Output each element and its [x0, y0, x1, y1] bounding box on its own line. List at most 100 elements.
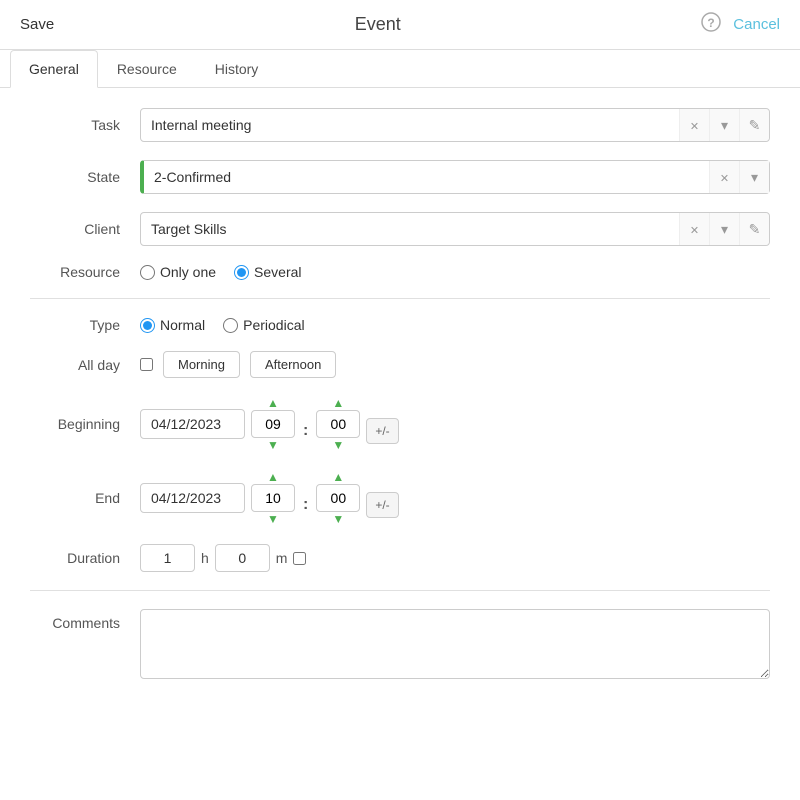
beginning-time-section: ▲ ▼ : ▲ ▼ +/-	[140, 396, 770, 452]
client-field	[140, 212, 770, 246]
chevron-down-icon	[721, 117, 728, 134]
end-minutes-spinner: ▲ ▼	[316, 470, 360, 526]
state-field	[140, 160, 770, 194]
type-normal-label: Normal	[160, 317, 205, 333]
type-label: Type	[30, 317, 140, 333]
beginning-hours-up[interactable]: ▲	[263, 396, 283, 410]
end-minutes-down[interactable]: ▼	[328, 512, 348, 526]
state-input[interactable]	[144, 163, 709, 191]
x-icon	[690, 222, 699, 237]
resource-only-one[interactable]: Only one	[140, 264, 216, 280]
beginning-label: Beginning	[30, 416, 140, 432]
resource-only-one-label: Only one	[160, 264, 216, 280]
allday-label: All day	[30, 357, 140, 373]
tab-history[interactable]: History	[196, 50, 278, 88]
page-title: Event	[355, 14, 401, 35]
header: Save Event ? Cancel	[0, 0, 800, 50]
type-periodical-label: Periodical	[243, 317, 304, 333]
chevron-down-icon	[721, 221, 728, 238]
edit-icon	[749, 117, 761, 134]
duration-label: Duration	[30, 550, 140, 566]
client-input-group	[140, 212, 770, 246]
resource-radio-group: Only one Several	[140, 264, 770, 280]
help-icon[interactable]: ?	[701, 12, 721, 37]
form-content: Task State Client	[0, 88, 800, 788]
x-icon	[720, 170, 729, 185]
resource-row: Resource Only one Several	[30, 264, 770, 280]
task-clear-icon[interactable]	[679, 109, 709, 141]
end-time-section: ▲ ▼ : ▲ ▼ +/-	[140, 470, 770, 526]
end-hours-input[interactable]	[251, 484, 295, 512]
state-dropdown-icon[interactable]	[739, 161, 769, 193]
resource-several-radio[interactable]	[234, 265, 249, 280]
beginning-minutes-down[interactable]: ▼	[328, 438, 348, 452]
cancel-button[interactable]: Cancel	[733, 16, 780, 33]
task-label: Task	[30, 117, 140, 133]
chevron-down-icon	[751, 169, 758, 186]
tab-resource[interactable]: Resource	[98, 50, 196, 88]
resource-label: Resource	[30, 264, 140, 280]
duration-hours-input[interactable]	[140, 544, 195, 572]
duration-hours-unit: h	[201, 550, 209, 566]
beginning-field: ▲ ▼ : ▲ ▼ +/-	[140, 396, 770, 452]
beginning-hours-spinner: ▲ ▼	[251, 396, 295, 452]
type-normal[interactable]: Normal	[140, 317, 205, 333]
duration-checkbox[interactable]	[293, 552, 306, 565]
duration-minutes-unit: m	[276, 550, 288, 566]
allday-field: Morning Afternoon	[140, 351, 770, 378]
task-input[interactable]	[141, 111, 679, 139]
end-date-input[interactable]	[140, 483, 245, 513]
comments-textarea[interactable]	[140, 609, 770, 679]
client-dropdown-icon[interactable]	[709, 213, 739, 245]
end-hours-spinner: ▲ ▼	[251, 470, 295, 526]
task-edit-icon[interactable]	[739, 109, 769, 141]
allday-controls: Morning Afternoon	[140, 351, 770, 378]
beginning-hours-input[interactable]	[251, 410, 295, 438]
beginning-date-input[interactable]	[140, 409, 245, 439]
comments-field	[140, 609, 770, 682]
task-row: Task	[30, 108, 770, 142]
task-input-group	[140, 108, 770, 142]
resource-field: Only one Several	[140, 264, 770, 280]
comments-row: Comments	[30, 609, 770, 682]
client-input[interactable]	[141, 215, 679, 243]
comments-label: Comments	[30, 609, 140, 631]
resource-only-one-radio[interactable]	[140, 265, 155, 280]
beginning-plusminus-button[interactable]: +/-	[366, 418, 398, 444]
type-periodical-radio[interactable]	[223, 318, 238, 333]
morning-button[interactable]: Morning	[163, 351, 240, 378]
edit-icon	[749, 221, 761, 238]
duration-minutes-input[interactable]	[215, 544, 270, 572]
save-button[interactable]: Save	[20, 16, 54, 33]
duration-row: Duration h m	[30, 544, 770, 572]
task-dropdown-icon[interactable]	[709, 109, 739, 141]
state-clear-icon[interactable]	[709, 161, 739, 193]
end-colon: :	[303, 496, 308, 514]
beginning-hours-down[interactable]: ▼	[263, 438, 283, 452]
duration-field: h m	[140, 544, 770, 572]
type-row: Type Normal Periodical	[30, 317, 770, 333]
end-hours-down[interactable]: ▼	[263, 512, 283, 526]
type-field: Normal Periodical	[140, 317, 770, 333]
client-clear-icon[interactable]	[679, 213, 709, 245]
end-minutes-up[interactable]: ▲	[328, 470, 348, 484]
type-normal-radio[interactable]	[140, 318, 155, 333]
allday-checkbox[interactable]	[140, 358, 153, 371]
type-periodical[interactable]: Periodical	[223, 317, 304, 333]
beginning-minutes-input[interactable]	[316, 410, 360, 438]
afternoon-button[interactable]: Afternoon	[250, 351, 336, 378]
client-edit-icon[interactable]	[739, 213, 769, 245]
state-label: State	[30, 169, 140, 185]
beginning-minutes-up[interactable]: ▲	[328, 396, 348, 410]
end-row: End ▲ ▼ : ▲ ▼ +/-	[30, 470, 770, 526]
state-row: State	[30, 160, 770, 194]
beginning-minutes-spinner: ▲ ▼	[316, 396, 360, 452]
tab-general[interactable]: General	[10, 50, 98, 88]
resource-several-label: Several	[254, 264, 301, 280]
resource-several[interactable]: Several	[234, 264, 301, 280]
end-minutes-input[interactable]	[316, 484, 360, 512]
type-radio-group: Normal Periodical	[140, 317, 770, 333]
end-hours-up[interactable]: ▲	[263, 470, 283, 484]
beginning-row: Beginning ▲ ▼ : ▲ ▼ +/-	[30, 396, 770, 452]
end-plusminus-button[interactable]: +/-	[366, 492, 398, 518]
